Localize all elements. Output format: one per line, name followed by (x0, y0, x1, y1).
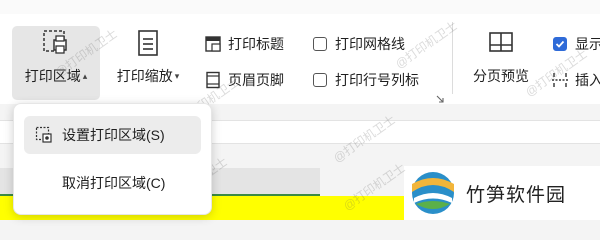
logo-text: 竹笋软件园 (466, 183, 567, 206)
ribbon-top-strip (0, 0, 600, 14)
print-titles-button[interactable]: 打印标题 (203, 34, 284, 54)
chevron-up-icon: ▴ (82, 70, 88, 81)
row-col-checkbox-box[interactable] (310, 70, 330, 90)
print-area-icon (39, 26, 73, 60)
print-row-col-label: 打印行号列标 (335, 72, 419, 88)
unchecked-box-icon (313, 73, 327, 87)
page-break-preview-button[interactable]: 分页预览 (466, 26, 536, 100)
print-scale-label-row: 打印缩放 ▾ (117, 66, 180, 86)
print-area-label: 打印区域 (24, 68, 81, 84)
ribbon: 打印区域 ▴ 打印缩放 ▾ 打印标题 页眉页脚 打印网格线 打印行号列标 分页预… (0, 0, 600, 105)
print-gridlines-checkbox[interactable]: 打印网格线 (310, 34, 405, 54)
gridlines-checkbox-box[interactable] (310, 34, 330, 54)
print-titles-icon (203, 34, 223, 54)
print-row-col-checkbox[interactable]: 打印行号列标 (310, 70, 419, 90)
show-checkbox[interactable]: 显示 (550, 34, 600, 54)
print-area-button[interactable]: 打印区域 ▴ (12, 26, 100, 100)
site-logo: 竹笋软件园 (404, 166, 600, 220)
print-area-label-row: 打印区域 ▴ (25, 66, 88, 86)
menu-item-set-print-area[interactable]: 设置打印区域(S) (24, 116, 201, 154)
ribbon-separator (452, 22, 453, 94)
insert-button[interactable]: 插入 (550, 70, 600, 90)
set-print-area-icon (34, 125, 54, 145)
clear-print-area-label: 取消打印区域(C) (62, 175, 166, 191)
show-checkbox-box[interactable] (550, 34, 570, 54)
header-footer-button[interactable]: 页眉页脚 (203, 70, 284, 90)
dialog-launcher-icon[interactable] (436, 95, 444, 103)
show-label: 显示 (575, 36, 600, 52)
checked-box-icon (553, 37, 567, 51)
page-break-preview-label-row: 分页预览 (473, 66, 529, 86)
print-scale-label: 打印缩放 (116, 68, 173, 84)
menu-item-clear-print-area[interactable]: 取消打印区域(C) (24, 164, 201, 202)
print-gridlines-label: 打印网格线 (335, 36, 405, 52)
print-area-dropdown: 设置打印区域(S) 取消打印区域(C) (13, 103, 212, 215)
insert-page-break-icon (550, 70, 570, 90)
page-break-preview-icon (484, 26, 518, 60)
bamboo-logo-icon (412, 172, 454, 214)
print-titles-label: 打印标题 (228, 36, 284, 52)
header-footer-icon (203, 70, 223, 90)
page-break-preview-label: 分页预览 (473, 68, 529, 84)
unchecked-box-icon (313, 37, 327, 51)
chevron-down-icon: ▾ (174, 70, 180, 81)
insert-label: 插入 (575, 72, 600, 88)
set-print-area-label: 设置打印区域(S) (62, 127, 165, 143)
print-scale-button[interactable]: 打印缩放 ▾ (108, 26, 188, 100)
header-footer-label: 页眉页脚 (228, 72, 284, 88)
print-scale-icon (131, 26, 165, 60)
